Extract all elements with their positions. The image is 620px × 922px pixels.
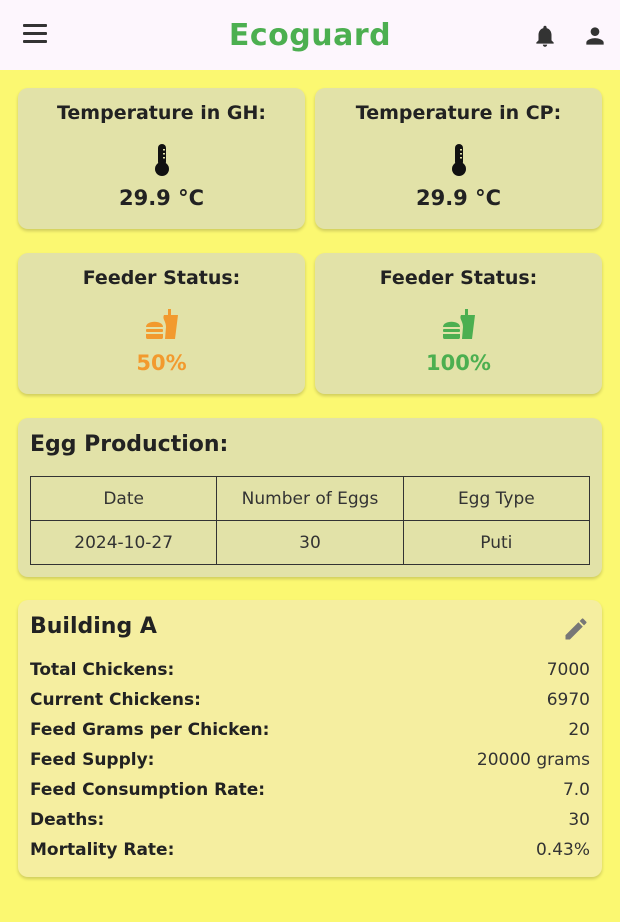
building-row-mortality-rate: Mortality Rate: 0.43% bbox=[30, 838, 590, 862]
egg-production-card: Egg Production: Date Number of Eggs Egg … bbox=[18, 418, 602, 577]
row-value: 30 bbox=[568, 810, 590, 830]
column-header-number-of-eggs: Number of Eggs bbox=[216, 476, 404, 521]
card-label: Temperature in CP: bbox=[355, 102, 562, 124]
feeder-card-1: Feeder Status: 50% bbox=[18, 253, 305, 394]
row-label: Mortality Rate: bbox=[30, 840, 175, 860]
egg-production-table: Date Number of Eggs Egg Type 2024-10-27 … bbox=[29, 476, 591, 565]
fastfood-icon bbox=[144, 307, 180, 345]
building-row-feed-supply: Feed Supply: 20000 grams bbox=[30, 748, 590, 772]
row-value: 20 bbox=[568, 720, 590, 740]
table-row: 2024-10-27 30 Puti bbox=[29, 520, 591, 565]
building-row-total-chickens: Total Chickens: 7000 bbox=[30, 658, 590, 682]
feeder-card-2: Feeder Status: 100% bbox=[315, 253, 602, 394]
thermometer-icon bbox=[449, 143, 469, 181]
row-value: 7000 bbox=[546, 660, 590, 680]
feeder-value: 50% bbox=[136, 351, 187, 375]
card-label: Temperature in GH: bbox=[56, 102, 267, 124]
menu-icon[interactable] bbox=[22, 24, 48, 46]
building-row-feed-grams: Feed Grams per Chicken: 20 bbox=[30, 718, 590, 742]
cell-number-of-eggs: 30 bbox=[216, 520, 404, 565]
row-label: Feed Consumption Rate: bbox=[30, 780, 266, 800]
bell-icon[interactable] bbox=[532, 22, 558, 50]
column-header-egg-type: Egg Type bbox=[402, 476, 591, 521]
card-label: Feeder Status: bbox=[82, 267, 241, 289]
temperature-value: 29.9 °C bbox=[118, 186, 205, 210]
temperature-card-gh: Temperature in GH: 29.9 °C bbox=[18, 88, 305, 229]
thermometer-icon bbox=[152, 143, 172, 181]
app-bar: Ecoguard bbox=[0, 0, 620, 70]
person-icon[interactable] bbox=[582, 22, 608, 50]
edit-icon[interactable] bbox=[562, 615, 590, 643]
app-title: Ecoguard bbox=[228, 17, 392, 53]
row-value: 7.0 bbox=[562, 780, 590, 800]
column-header-date: Date bbox=[29, 476, 218, 521]
building-card: Building A Total Chickens: 7000 Current … bbox=[18, 600, 602, 877]
cell-egg-type: Puti bbox=[402, 520, 591, 565]
row-label: Feed Supply: bbox=[30, 750, 155, 770]
building-row-deaths: Deaths: 30 bbox=[30, 808, 590, 832]
card-label: Feeder Status: bbox=[379, 267, 538, 289]
feeder-value: 100% bbox=[426, 351, 491, 375]
fastfood-icon bbox=[441, 307, 477, 345]
building-row-current-chickens: Current Chickens: 6970 bbox=[30, 688, 590, 712]
row-label: Total Chickens: bbox=[30, 660, 175, 680]
row-value: 6970 bbox=[546, 690, 590, 710]
row-label: Feed Grams per Chicken: bbox=[30, 720, 270, 740]
cell-date: 2024-10-27 bbox=[29, 520, 218, 565]
row-label: Deaths: bbox=[30, 810, 105, 830]
egg-production-title: Egg Production: bbox=[30, 432, 229, 457]
table-header-row: Date Number of Eggs Egg Type bbox=[29, 476, 591, 521]
temperature-value: 29.9 °C bbox=[415, 186, 502, 210]
row-value: 20000 grams bbox=[476, 750, 590, 770]
row-label: Current Chickens: bbox=[30, 690, 201, 710]
building-row-feed-consumption-rate: Feed Consumption Rate: 7.0 bbox=[30, 778, 590, 802]
temperature-card-cp: Temperature in CP: 29.9 °C bbox=[315, 88, 602, 229]
row-value: 0.43% bbox=[535, 840, 590, 860]
building-title: Building A bbox=[30, 614, 157, 639]
